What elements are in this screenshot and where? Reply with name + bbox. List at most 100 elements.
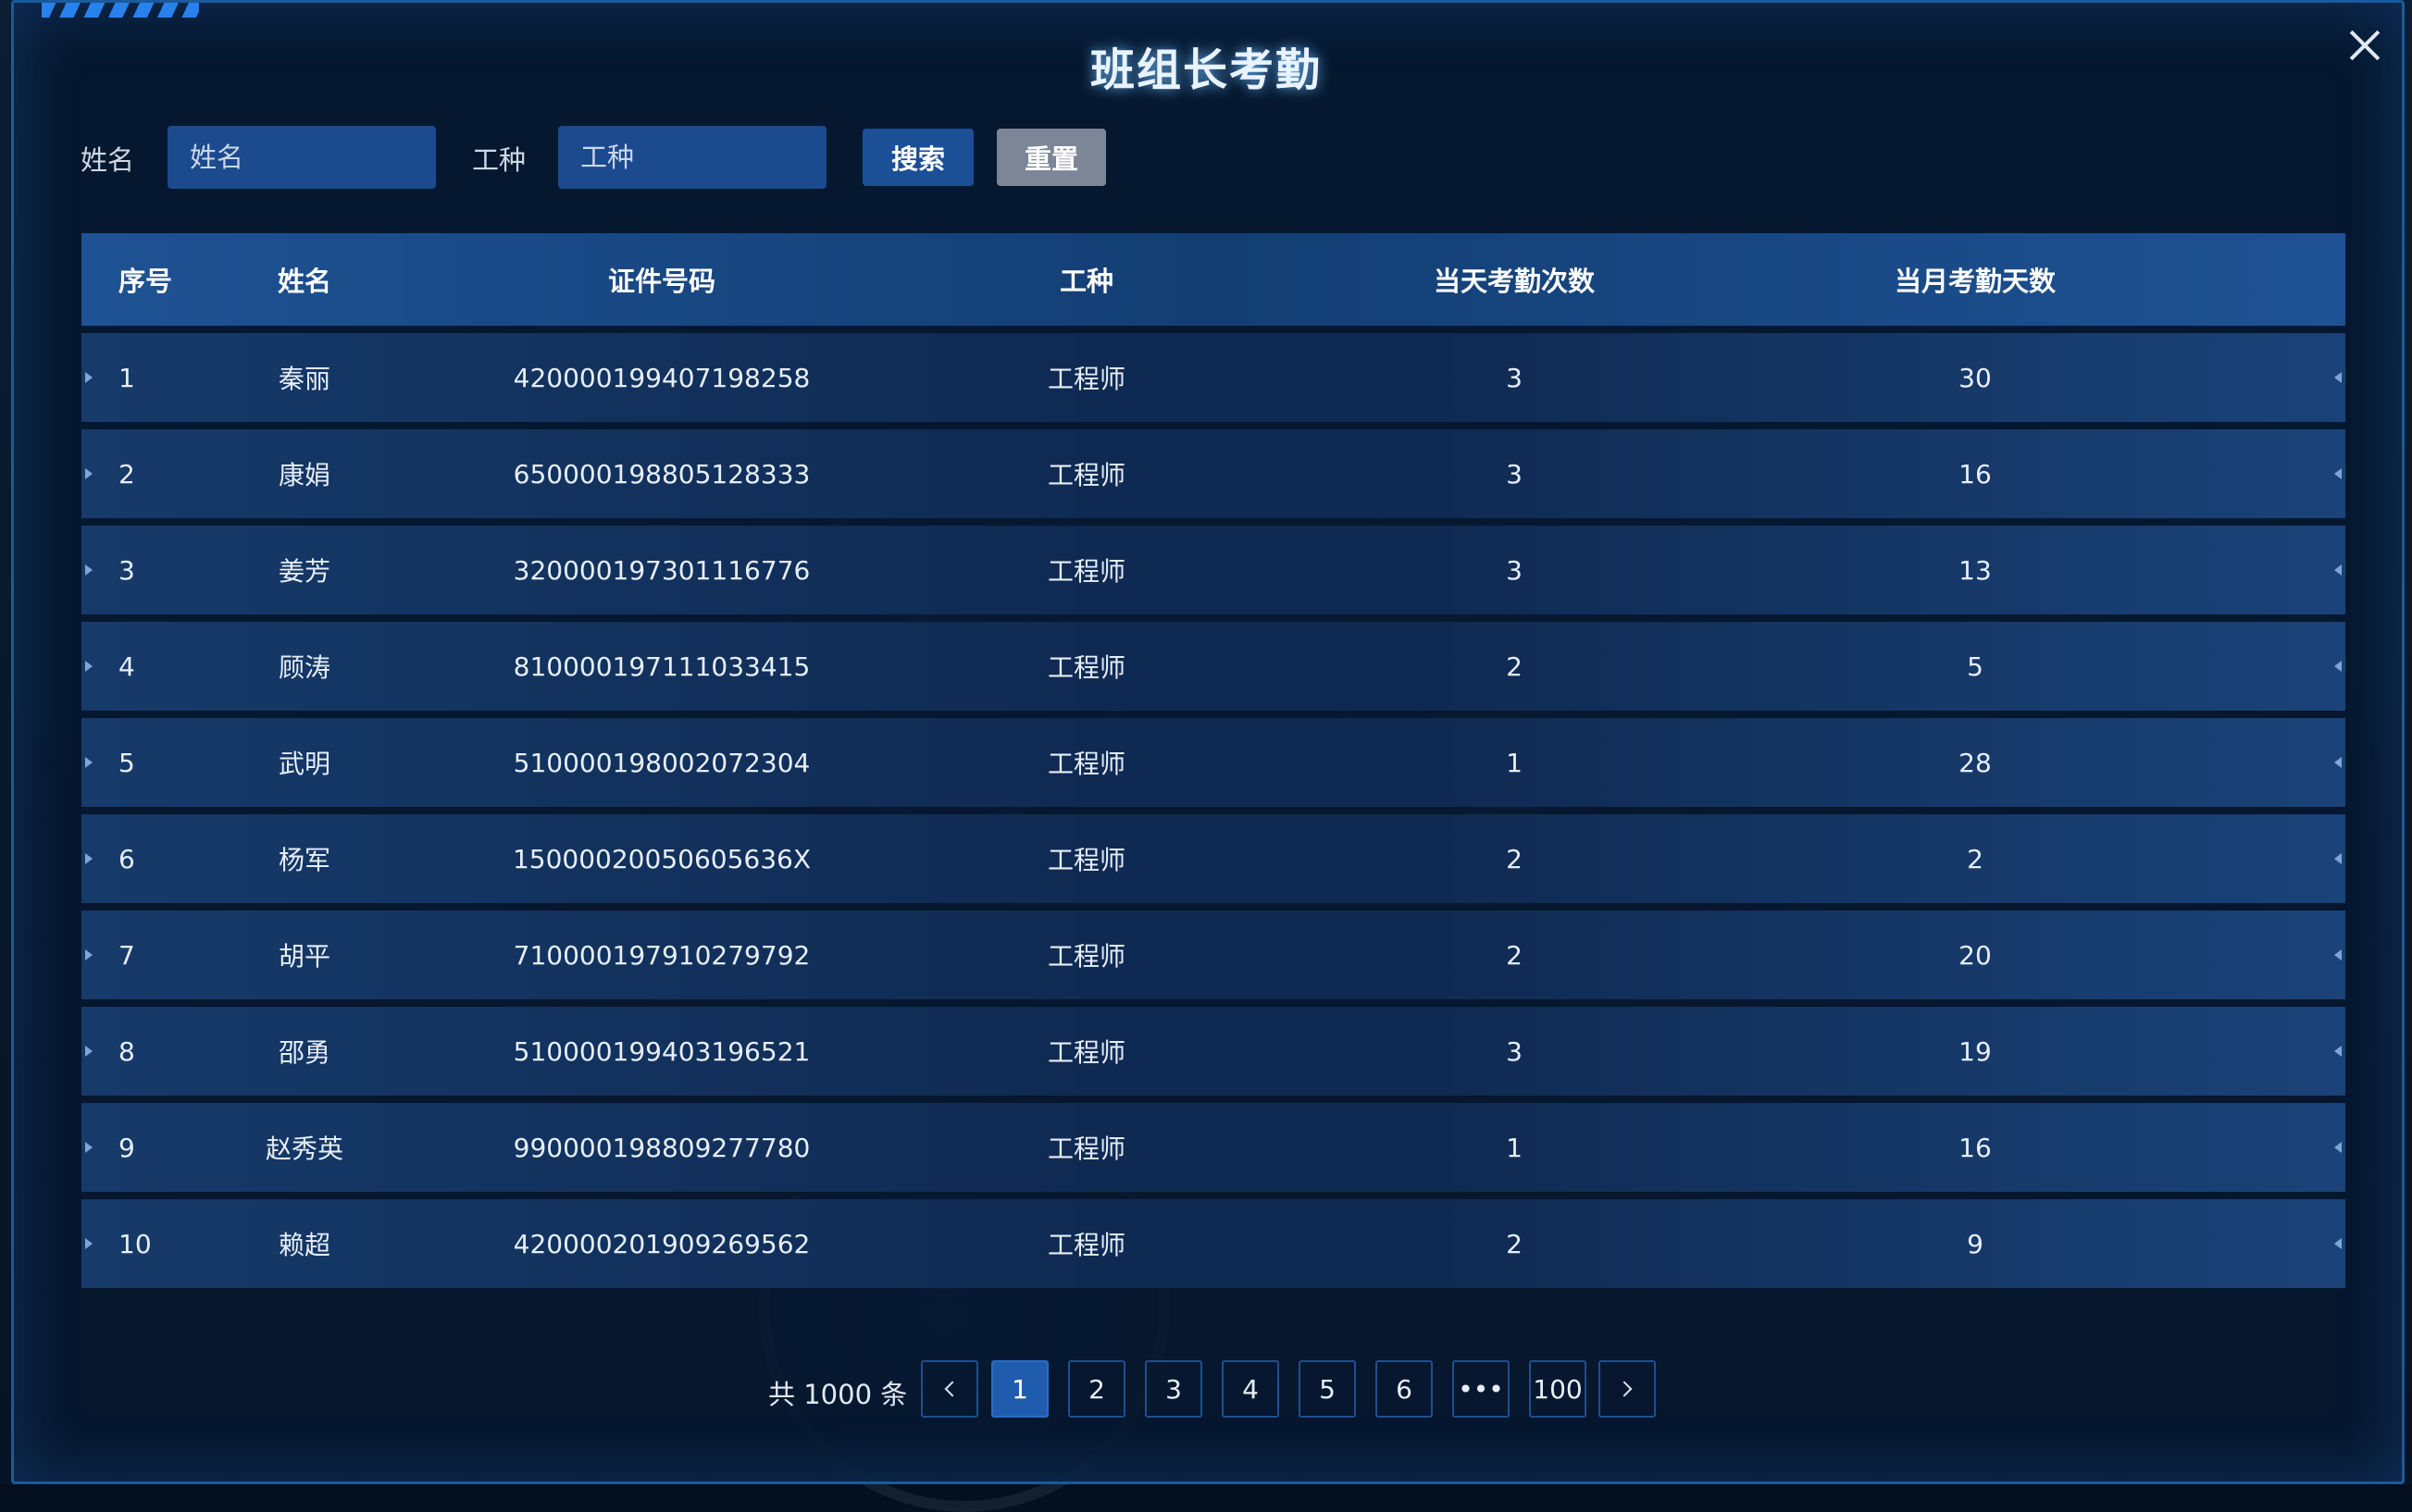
table-row: 6 杨军 15000020050605636X 工程师 2 2 xyxy=(81,814,2345,903)
table-row: 5 武明 510000198002072304 工程师 1 28 xyxy=(81,718,2345,807)
cell-index: 9 xyxy=(118,1132,135,1163)
row-marker-right-icon xyxy=(2334,853,2342,864)
trade-filter-label: 工种 xyxy=(472,144,527,176)
name-filter-label: 姓名 xyxy=(81,144,135,176)
cell-monthly-days: 16 xyxy=(1958,458,1992,490)
row-marker-left-icon xyxy=(85,564,93,576)
cell-monthly-days: 28 xyxy=(1958,747,1992,778)
total-count: 共 1000 条 xyxy=(768,1379,908,1410)
cell-index: 7 xyxy=(118,939,135,971)
row-marker-left-icon xyxy=(85,1238,93,1249)
cell-daily-count: 2 xyxy=(1506,1228,1523,1259)
page-button[interactable]: 100 xyxy=(1529,1360,1586,1418)
row-marker-right-icon xyxy=(2334,468,2342,479)
cell-id-number: 320000197301116776 xyxy=(513,554,811,586)
cell-daily-count: 2 xyxy=(1506,939,1523,971)
row-marker-right-icon xyxy=(2334,1238,2342,1249)
column-header-trade: 工种 xyxy=(1059,266,1113,297)
cell-name: 邵勇 xyxy=(278,1037,330,1068)
cell-daily-count: 1 xyxy=(1506,747,1523,778)
cell-index: 10 xyxy=(118,1228,152,1259)
cell-name: 秦丽 xyxy=(278,364,330,394)
cell-index: 6 xyxy=(118,843,135,874)
cell-trade: 工程师 xyxy=(1047,364,1125,394)
row-marker-right-icon xyxy=(2334,949,2342,960)
page-button[interactable]: 3 xyxy=(1145,1360,1202,1418)
cell-daily-count: 3 xyxy=(1506,554,1523,586)
cell-daily-count: 2 xyxy=(1506,843,1523,874)
cell-monthly-days: 2 xyxy=(1967,843,1983,874)
cell-id-number: 810000197111033415 xyxy=(513,651,811,682)
cell-id-number: 990000198809277780 xyxy=(513,1132,811,1163)
cell-name: 赖超 xyxy=(278,1230,330,1260)
cell-name: 康娟 xyxy=(278,460,330,490)
cell-index: 2 xyxy=(118,458,135,490)
cell-id-number: 15000020050605636X xyxy=(512,843,812,874)
table-header: 序号 姓名 证件号码 工种 当天考勤次数 当月考勤天数 xyxy=(81,233,2345,326)
table-row: 4 顾涛 810000197111033415 工程师 2 5 xyxy=(81,622,2345,711)
chevron-left-icon xyxy=(944,1381,961,1397)
row-marker-left-icon xyxy=(85,468,93,479)
cell-name: 姜芳 xyxy=(278,556,330,587)
row-marker-right-icon xyxy=(2334,372,2342,383)
cell-id-number: 510000198002072304 xyxy=(513,747,811,778)
row-marker-right-icon xyxy=(2334,564,2342,576)
cell-index: 3 xyxy=(118,554,135,586)
row-marker-left-icon xyxy=(85,372,93,383)
row-marker-left-icon xyxy=(85,661,93,672)
cell-trade: 工程师 xyxy=(1047,749,1125,779)
cell-index: 4 xyxy=(118,651,135,682)
chevron-right-icon xyxy=(1616,1381,1633,1397)
row-marker-right-icon xyxy=(2334,661,2342,672)
close-icon[interactable] xyxy=(2342,22,2388,68)
table-row: 10 赖超 420000201909269562 工程师 2 9 xyxy=(81,1199,2345,1288)
prev-page-button[interactable] xyxy=(921,1360,978,1418)
dialog-title: 班组长考勤 xyxy=(1089,44,1322,96)
cell-index: 1 xyxy=(118,362,135,393)
page-button[interactable]: 5 xyxy=(1299,1360,1356,1418)
next-page-button[interactable] xyxy=(1598,1360,1656,1418)
cell-id-number: 710000197910279792 xyxy=(513,939,811,971)
table-body: 1 秦丽 420000199407198258 工程师 3 30 2 康娟 6500001988… xyxy=(81,333,2345,1288)
reset-button[interactable]: 重置 xyxy=(997,129,1106,186)
cell-index: 5 xyxy=(118,747,135,778)
cell-name: 顾涛 xyxy=(278,652,330,683)
cell-trade: 工程师 xyxy=(1047,1134,1125,1164)
cell-monthly-days: 5 xyxy=(1967,651,1983,682)
row-marker-left-icon xyxy=(85,949,93,960)
cell-id-number: 420000201909269562 xyxy=(513,1228,811,1259)
cell-daily-count: 2 xyxy=(1506,651,1523,682)
page-button[interactable]: 2 xyxy=(1068,1360,1125,1418)
row-marker-left-icon xyxy=(85,1046,93,1057)
row-marker-right-icon xyxy=(2334,1046,2342,1057)
cell-daily-count: 3 xyxy=(1506,458,1523,490)
cell-daily-count: 1 xyxy=(1506,1132,1523,1163)
table-row: 2 康娟 650000198805128333 工程师 3 16 xyxy=(81,429,2345,518)
cell-monthly-days: 9 xyxy=(1967,1228,1983,1259)
cell-daily-count: 3 xyxy=(1506,1035,1523,1067)
trade-input[interactable] xyxy=(558,126,827,189)
table-row: 7 胡平 710000197910279792 工程师 2 20 xyxy=(81,911,2345,999)
cell-id-number: 420000199407198258 xyxy=(513,362,811,393)
cell-monthly-days: 16 xyxy=(1958,1132,1992,1163)
table-row: 3 姜芳 320000197301116776 工程师 3 13 xyxy=(81,526,2345,614)
cell-name: 胡平 xyxy=(278,941,330,972)
cell-id-number: 650000198805128333 xyxy=(513,458,811,490)
search-button[interactable]: 搜索 xyxy=(863,129,974,186)
table-row: 1 秦丽 420000199407198258 工程师 3 30 xyxy=(81,333,2345,422)
name-input[interactable] xyxy=(168,126,436,189)
page-button[interactable]: 6 xyxy=(1375,1360,1433,1418)
page-button[interactable]: 1 xyxy=(991,1360,1049,1418)
column-header-id-number: 证件号码 xyxy=(607,266,715,297)
row-marker-right-icon xyxy=(2334,757,2342,768)
column-header-daily-count: 当天考勤次数 xyxy=(1433,266,1595,297)
row-marker-right-icon xyxy=(2334,1142,2342,1153)
cell-trade: 工程师 xyxy=(1047,556,1125,587)
cell-trade: 工程师 xyxy=(1047,1037,1125,1068)
cell-trade: 工程师 xyxy=(1047,1230,1125,1260)
page-button[interactable]: 4 xyxy=(1222,1360,1279,1418)
page-ellipsis-button[interactable]: ••• xyxy=(1452,1360,1510,1418)
cell-name: 杨军 xyxy=(278,845,330,875)
row-marker-left-icon xyxy=(85,1142,93,1153)
cell-daily-count: 3 xyxy=(1506,362,1523,393)
